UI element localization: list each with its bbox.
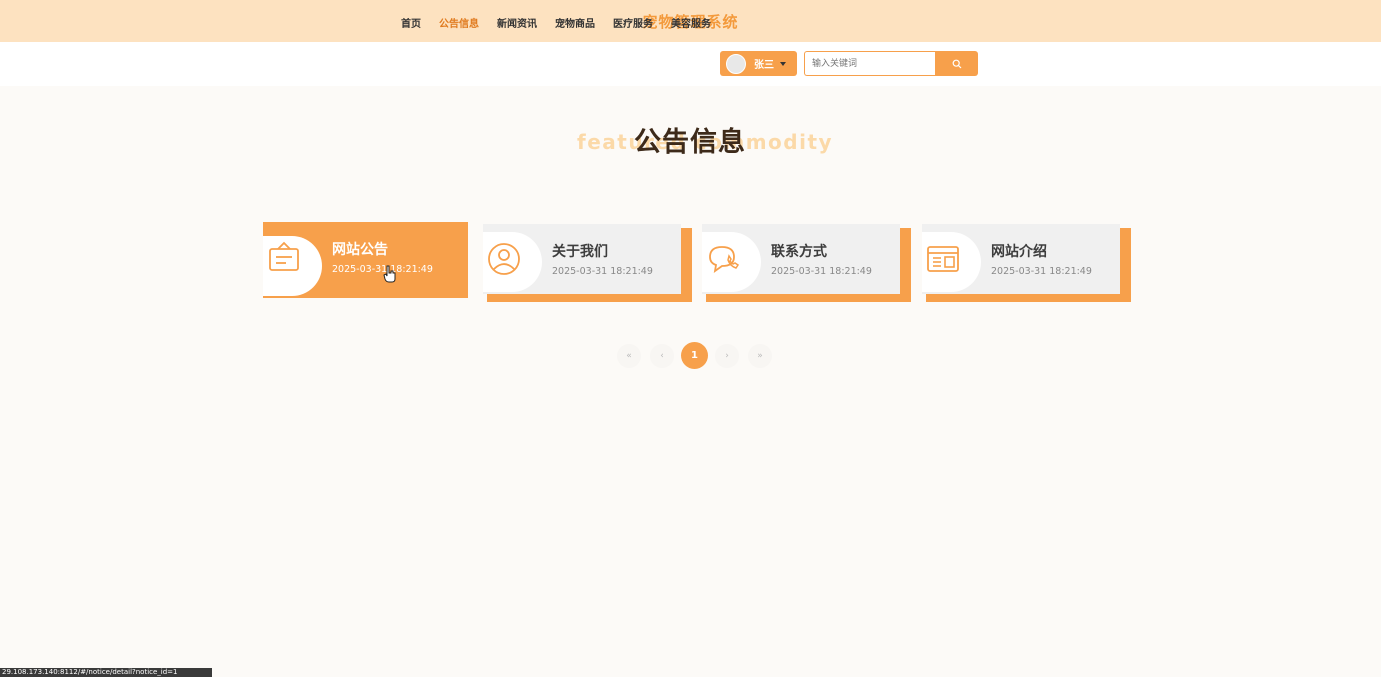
card-title: 关于我们 [552, 244, 608, 260]
card-title: 网站介绍 [991, 244, 1047, 260]
section-heading: featured commodity 公告信息 [0, 118, 1381, 168]
hand-cursor-icon [383, 265, 396, 283]
notice-card-website-announcement[interactable]: 网站公告 2025-03-31 18:21:49 [263, 222, 468, 300]
avatar [726, 53, 746, 74]
user-name: 张三 [754, 60, 774, 71]
nav-item-pet-goods[interactable]: 宠物商品 [555, 15, 595, 30]
navbar [0, 42, 1381, 86]
search-button[interactable] [935, 51, 978, 76]
search-input[interactable] [804, 51, 936, 76]
nav-item-beauty[interactable]: 美容服务 [671, 15, 711, 30]
pager-prev-button[interactable]: ‹ [650, 344, 674, 368]
phone-chat-icon [709, 246, 740, 273]
notice-board-icon [269, 241, 299, 271]
notice-card-contact[interactable]: 联系方式 2025-03-31 18:21:49 [702, 224, 911, 302]
pager-next-button[interactable]: › [715, 344, 739, 368]
browser-status-url: 29.108.173.140:8112/#/notice/detail?noti… [0, 668, 212, 677]
browser-window-icon [927, 246, 959, 272]
pager-last-button[interactable]: » [748, 344, 772, 368]
nav-item-medical[interactable]: 医疗服务 [613, 15, 653, 30]
card-date: 2025-03-31 18:21:49 [771, 266, 872, 277]
nav-item-home[interactable]: 首页 [401, 15, 421, 30]
user-circle-icon [488, 243, 520, 275]
card-date: 2025-03-31 18:21:49 [552, 266, 653, 277]
card-title: 联系方式 [771, 244, 827, 260]
search-icon [952, 59, 961, 68]
notice-card-about-us[interactable]: 关于我们 2025-03-31 18:21:49 [483, 224, 692, 302]
nav-item-notice[interactable]: 公告信息 [439, 15, 479, 30]
card-title: 网站公告 [332, 242, 388, 258]
pager-page-1[interactable]: 1 [681, 342, 708, 369]
user-menu-button[interactable]: 张三 [720, 51, 797, 76]
notice-card-site-intro[interactable]: 网站介绍 2025-03-31 18:21:49 [922, 224, 1131, 302]
caret-down-icon [780, 61, 786, 66]
pager-first-button[interactable]: « [617, 344, 641, 368]
nav-item-news[interactable]: 新闻资讯 [497, 15, 537, 30]
page-title: 公告信息 [634, 127, 746, 158]
card-date: 2025-03-31 18:21:49 [991, 266, 1092, 277]
